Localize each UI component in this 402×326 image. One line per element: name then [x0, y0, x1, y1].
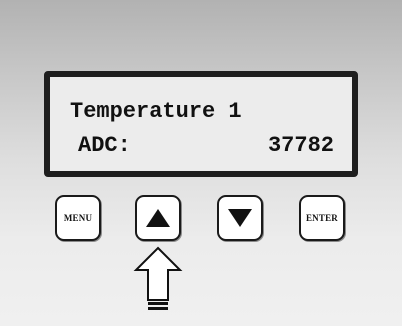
adc-label: ADC: — [78, 133, 131, 158]
triangle-up-icon — [146, 209, 170, 227]
enter-button-label: ENTER — [305, 213, 338, 223]
menu-button[interactable]: MENU — [55, 195, 101, 241]
lcd-display: Temperature 1 ADC: 37782 — [44, 71, 358, 177]
lcd-line-2: ADC: 37782 — [78, 133, 334, 237]
down-button[interactable] — [217, 195, 263, 241]
menu-button-label: MENU — [63, 213, 93, 223]
enter-button[interactable]: ENTER — [299, 195, 345, 241]
triangle-down-icon — [228, 209, 252, 227]
adc-value: 37782 — [267, 133, 334, 158]
arrow-up-outline-icon — [133, 246, 183, 310]
lcd-line-1: Temperature 1 — [70, 99, 242, 124]
up-button[interactable] — [135, 195, 181, 241]
